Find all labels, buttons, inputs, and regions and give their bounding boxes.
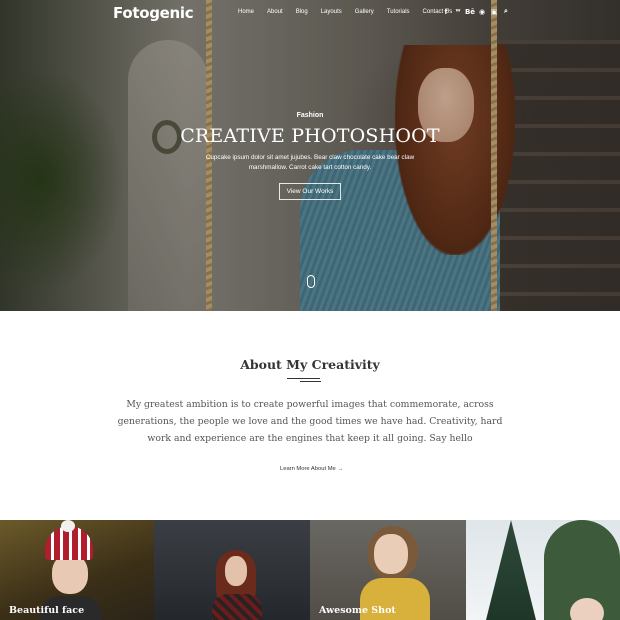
about-title: About My Creativity	[240, 357, 380, 372]
menu-item-gallery[interactable]: Gallery	[355, 9, 374, 15]
gallery-caption-3: Awesome Shot	[319, 605, 396, 616]
facebook-icon[interactable]: f	[440, 8, 452, 16]
scroll-down-icon[interactable]	[307, 275, 315, 288]
about-text: My greatest ambition is to create powerf…	[117, 399, 503, 444]
hero-banner: Fotogenic Home About Blog Layouts Galler…	[0, 0, 620, 311]
photo-model-face	[225, 556, 247, 586]
menu-item-blog[interactable]: Blog	[296, 9, 308, 15]
about-section: About My Creativity My greatest ambition…	[0, 311, 620, 520]
site-logo[interactable]: Fotogenic	[113, 4, 194, 22]
top-navigation: Fotogenic Home About Blog Layouts Galler…	[0, 0, 620, 26]
view-our-works-button[interactable]: View Our Works	[279, 183, 341, 200]
arrow-right-icon: →	[337, 466, 344, 472]
gallery-tile-1[interactable]: Beautiful face	[0, 520, 154, 620]
photo-model-pompom	[61, 520, 75, 532]
gallery-tile-4[interactable]	[466, 520, 620, 620]
twitter-icon[interactable]: ᵂ	[452, 8, 464, 16]
learn-more-label: Learn More About Me	[280, 466, 336, 472]
hero-category[interactable]: Fashion	[0, 112, 620, 119]
photo-tree-left	[486, 520, 536, 620]
instagram-icon[interactable]: ▣	[488, 8, 500, 16]
menu-item-home[interactable]: Home	[238, 9, 254, 15]
social-links: f ᵂ Bē ◉ ▣ ⌕	[440, 7, 512, 16]
about-divider-bottom	[300, 381, 321, 382]
photo-model-face	[570, 598, 604, 620]
hero-description: Cupcake ipsum dolor sit amet jujubes. Be…	[205, 154, 415, 171]
gallery-tile-3[interactable]: Awesome Shot	[310, 520, 466, 620]
gallery-tile-2[interactable]	[154, 520, 310, 620]
menu-item-tutorials[interactable]: Tutorials	[387, 9, 410, 15]
main-menu: Home About Blog Layouts Gallery Tutorial…	[238, 9, 465, 15]
learn-more-link[interactable]: Learn More About Me →	[280, 466, 344, 472]
behance-icon[interactable]: Bē	[464, 8, 476, 16]
github-icon[interactable]: ◉	[476, 8, 488, 16]
hero-title: CREATIVE PHOTOSHOOT	[180, 125, 440, 147]
gallery-strip: Beautiful face Awesome Shot	[0, 520, 620, 620]
menu-item-about[interactable]: About	[267, 9, 283, 15]
search-icon[interactable]: ⌕	[500, 7, 512, 16]
menu-item-layouts[interactable]: Layouts	[321, 9, 342, 15]
photo-model-face	[52, 554, 88, 594]
about-divider-top	[287, 378, 320, 379]
hero-content: Fashion CREATIVE PHOTOSHOOT Cupcake ipsu…	[0, 112, 620, 200]
photo-model-face	[374, 534, 408, 574]
gallery-caption-1: Beautiful face	[9, 605, 85, 616]
photo-model-body	[212, 594, 262, 620]
